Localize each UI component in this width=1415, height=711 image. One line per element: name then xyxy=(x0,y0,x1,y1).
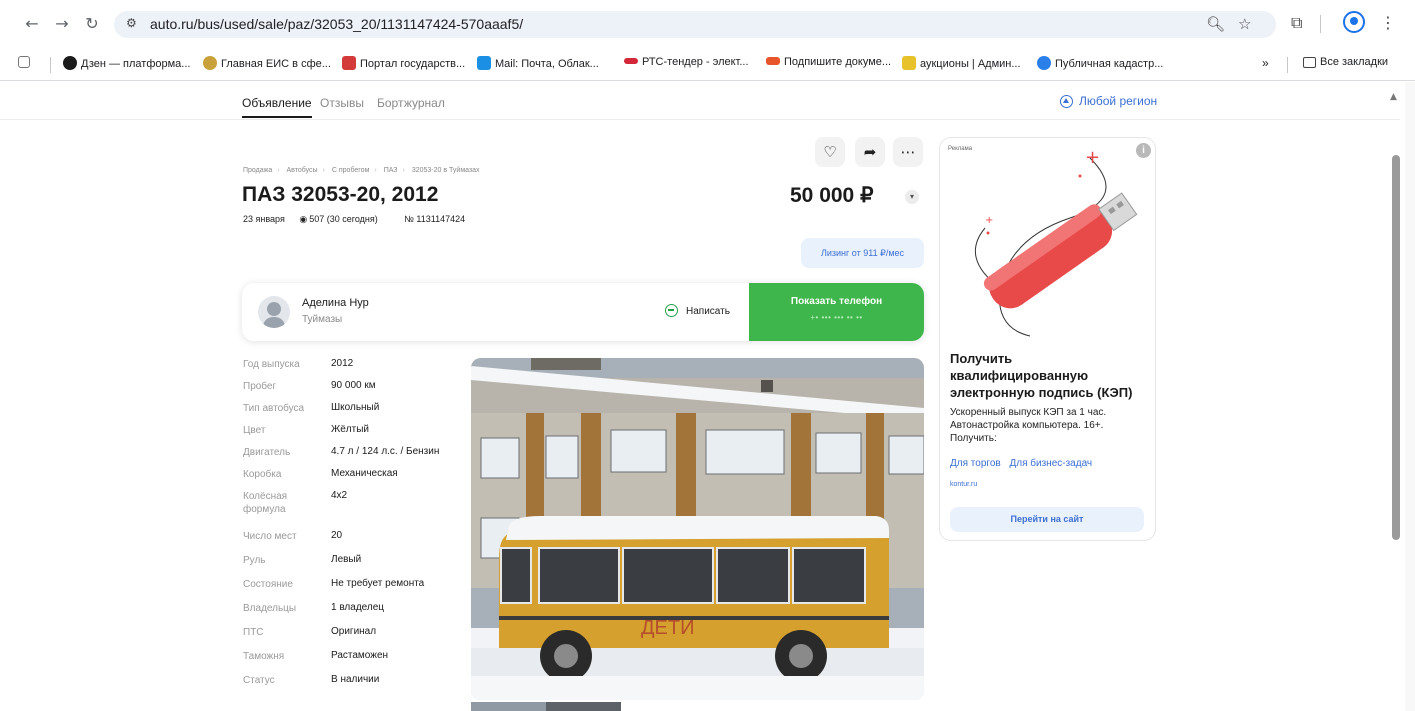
show-phone-label: Показать телефон xyxy=(790,296,883,307)
bookmark-item[interactable]: Mail: Почта, Облак... xyxy=(477,56,599,70)
back-icon[interactable]: ← xyxy=(22,14,42,34)
more-bookmarks-button[interactable]: » xyxy=(1262,56,1269,70)
breadcrumb: Продажа › Автобусы › С пробегом › ПАЗ › 3205… xyxy=(243,167,480,174)
ad-domain[interactable]: kontur.ru xyxy=(950,481,977,488)
bookmarks-divider xyxy=(50,57,51,73)
reload-icon[interactable]: ↻ xyxy=(82,14,102,34)
ad-banner[interactable]: + + Реклама i Получить квалифицированную… xyxy=(939,137,1156,541)
region-selector[interactable]: Любой регион xyxy=(1060,94,1157,108)
bookmarks-divider xyxy=(1287,57,1288,73)
ad-image: + + xyxy=(940,138,1155,338)
avatar xyxy=(258,296,290,328)
all-bookmarks-button[interactable]: Все закладки xyxy=(1303,56,1388,68)
toolbar-divider xyxy=(1320,15,1321,33)
site-settings-icon[interactable]: ⚙ xyxy=(126,16,137,30)
ad-text: Ускоренный выпуск КЭП за 1 час. Автонаст… xyxy=(950,407,1107,444)
scroll-up-icon[interactable]: ▲ xyxy=(1390,92,1397,102)
photo-thumbnails[interactable] xyxy=(471,702,621,711)
bus-sign-text: ДЕТИ xyxy=(641,617,694,639)
chat-icon xyxy=(665,304,678,317)
zoom-icon[interactable]: 🔍︎ xyxy=(1206,15,1225,33)
info-icon[interactable]: i xyxy=(1136,143,1151,158)
write-message-button[interactable]: Написать xyxy=(665,304,730,317)
bookmark-item[interactable]: аукционы | Админ... xyxy=(902,56,1021,70)
url-text[interactable]: auto.ru/bus/used/sale/paz/32053_20/11311… xyxy=(150,16,523,32)
bookmark-item[interactable]: Подпишите докуме... xyxy=(766,56,891,68)
breadcrumb-item[interactable]: Продажа xyxy=(243,167,272,174)
profile-icon[interactable] xyxy=(1343,11,1365,33)
location-icon xyxy=(1060,95,1073,108)
tab-listing[interactable]: Объявление xyxy=(242,96,312,118)
listing-price: 50 000 ₽ xyxy=(790,184,874,207)
bookmark-item[interactable]: РТС-тендер - элект... xyxy=(624,56,749,68)
breadcrumb-item[interactable]: ПАЗ xyxy=(384,167,398,174)
seller-card: Аделина Нур Туймазы Написать Показать те… xyxy=(242,283,924,341)
scrollbar-thumb[interactable] xyxy=(1392,155,1400,540)
ad-link-trading[interactable]: Для торгов xyxy=(950,458,1001,469)
breadcrumb-item[interactable]: Автобусы xyxy=(287,167,318,174)
forward-icon[interactable]: → xyxy=(52,14,72,34)
chevron-down-icon[interactable]: ▾ xyxy=(905,190,919,204)
svg-text:+: + xyxy=(985,215,993,226)
ad-links: Для торгов Для бизнес-задач xyxy=(950,458,1098,469)
listing-number: № 1131147424 xyxy=(404,214,466,224)
bus-photo[interactable]: ДЕТИ xyxy=(471,358,924,700)
extensions-icon[interactable]: ⧉ xyxy=(1291,13,1302,33)
listing-tabs: Объявление Отзывы Бортжурнал Любой регио… xyxy=(0,82,1400,120)
usb-token-illustration: + + xyxy=(975,147,1138,337)
bookmark-item[interactable]: Портал государств... xyxy=(342,56,465,70)
address-bar[interactable]: ⚙ auto.ru/bus/used/sale/paz/32053_20/113… xyxy=(114,11,1276,38)
apps-icon[interactable] xyxy=(18,56,34,68)
listing-meta: 23 января ◉ 507 (30 сегодня) № 1131147424 xyxy=(243,214,477,225)
bookmark-item[interactable]: Дзен — платформа... xyxy=(63,56,190,70)
svg-text:+: + xyxy=(1085,147,1100,168)
show-phone-button[interactable]: Показать телефон +• ••• ••• •• •• xyxy=(749,283,924,341)
bookmarks-bar: Дзен — платформа... Главная ЕИС в сфе...… xyxy=(0,47,1415,81)
star-icon[interactable]: ☆ xyxy=(1238,15,1251,33)
scrollbar-track[interactable] xyxy=(1405,82,1415,711)
bookmark-item[interactable]: Публичная кадастр... xyxy=(1037,56,1163,70)
eye-icon: ◉ xyxy=(299,215,308,225)
ad-label: Реклама xyxy=(948,146,973,152)
listing-date: 23 января xyxy=(243,214,285,224)
favorite-icon[interactable]: ♡ xyxy=(815,137,845,167)
bookmark-item[interactable]: Главная ЕИС в сфе... xyxy=(203,56,331,70)
tab-logbook[interactable]: Бортжурнал xyxy=(377,96,445,110)
page-content: Объявление Отзывы Бортжурнал Любой регио… xyxy=(0,82,1405,711)
seller-city: Туймазы xyxy=(302,314,343,325)
ad-title[interactable]: Получить квалифицированную электронную п… xyxy=(950,350,1150,401)
bus-photo-drawing: ДЕТИ xyxy=(471,358,924,700)
browser-toolbar: ← → ↻ ⚙ auto.ru/bus/used/sale/paz/32053_… xyxy=(0,0,1415,47)
share-icon[interactable]: ➦ xyxy=(855,137,885,167)
tab-reviews[interactable]: Отзывы xyxy=(320,96,364,110)
masked-phone: +• ••• ••• •• •• xyxy=(810,313,863,322)
breadcrumb-item[interactable]: 32053-20 в Туймазах xyxy=(412,167,480,174)
seller-name[interactable]: Аделина Нур xyxy=(302,297,369,309)
breadcrumb-item[interactable]: С пробегом xyxy=(332,167,370,174)
go-to-site-button[interactable]: Перейти на сайт xyxy=(950,507,1144,532)
ad-link-business[interactable]: Для бизнес-задач xyxy=(1009,458,1092,469)
listing-title: ПАЗ 32053-20, 2012 xyxy=(242,183,439,206)
views-count: ◉ 507 (30 сегодня) xyxy=(299,214,378,225)
menu-icon[interactable]: ⋮ xyxy=(1380,13,1396,32)
leasing-button[interactable]: Лизинг от 911 ₽/мес xyxy=(801,238,924,268)
more-options-icon[interactable]: ⋯ xyxy=(893,137,923,167)
